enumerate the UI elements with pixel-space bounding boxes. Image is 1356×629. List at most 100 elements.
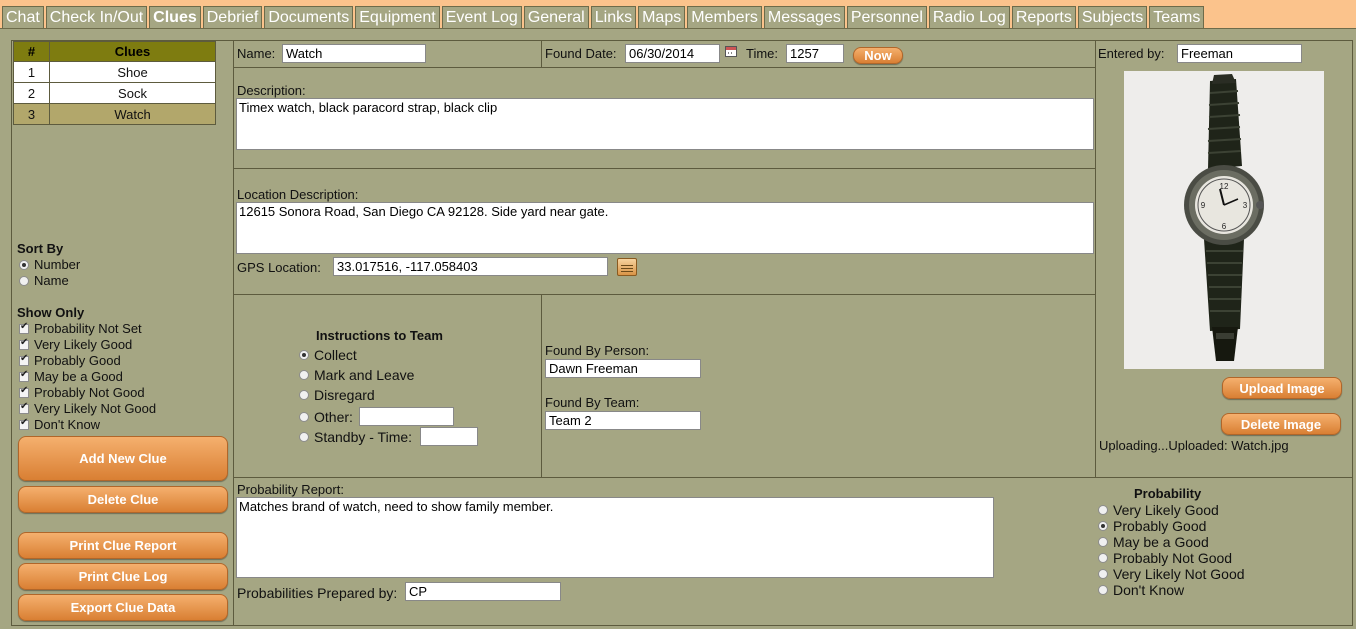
found-time-input[interactable] [786,44,844,63]
tab-check-in-out[interactable]: Check In/Out [45,6,148,28]
radio-button[interactable] [1098,505,1108,515]
option-label: Very Likely Good [34,337,133,352]
tab-personnel[interactable]: Personnel [846,6,927,28]
clue-name-input[interactable] [282,44,426,63]
probability-option-probably-good[interactable]: Probably Good [1098,518,1206,534]
option-label: Don't Know [34,417,101,432]
option-label: Probably Good [1113,518,1207,534]
other-instruction-input[interactable] [359,407,454,426]
radio-button[interactable] [299,350,309,360]
name-label: Name: [237,46,276,61]
radio-button[interactable] [1098,569,1108,579]
probability-option-very-likely-not-good[interactable]: Very Likely Not Good [1098,566,1245,582]
clue-number[interactable]: 2 [13,82,50,104]
location-description-textarea[interactable]: 12615 Sonora Road, San Diego CA 92128. S… [236,202,1094,254]
calendar-icon[interactable] [725,46,737,57]
sort-option-name[interactable]: Name [19,273,69,288]
print-clue-log-button[interactable]: Print Clue Log [18,563,228,590]
sort-option-number[interactable]: Number [19,257,80,272]
probability-report-textarea[interactable]: Matches brand of watch, need to show fam… [236,497,994,578]
print-clue-report-button[interactable]: Print Clue Report [18,532,228,559]
radio-button[interactable] [1098,521,1108,531]
filter-dont-know[interactable]: Don't Know [19,417,100,432]
delete-clue-button[interactable]: Delete Clue [18,486,228,513]
radio-button[interactable] [299,432,309,442]
checkbox[interactable] [19,321,29,334]
instruction-option-collect[interactable]: Collect [299,347,357,363]
divider [541,40,542,68]
filter-probably-not-good[interactable]: Probably Not Good [19,385,145,400]
tab-chat[interactable]: Chat [2,6,44,28]
tab-documents[interactable]: Documents [264,6,354,28]
radio-button[interactable] [299,412,309,422]
clue-number[interactable]: 1 [13,61,50,83]
checkbox[interactable] [19,417,29,430]
table-row-selected[interactable]: 3 Watch [13,103,216,125]
filter-very-likely-good[interactable]: Very Likely Good [19,337,132,352]
table-row[interactable]: 1 Shoe [13,61,216,83]
clue-name[interactable]: Watch [49,103,216,125]
probability-option-probably-not-good[interactable]: Probably Not Good [1098,550,1232,566]
divider [233,168,1096,169]
tab-debrief[interactable]: Debrief [202,6,263,28]
tab-maps[interactable]: Maps [638,6,686,28]
standby-time-input[interactable] [420,427,478,446]
gps-location-input[interactable] [333,257,608,276]
tab-clues[interactable]: Clues [149,6,201,28]
instruction-option-disregard[interactable]: Disregard [299,387,375,403]
filter-probability-not-set[interactable]: Probability Not Set [19,321,142,336]
checkbox[interactable] [19,337,29,350]
delete-image-button[interactable]: Delete Image [1221,413,1341,435]
tab-radio-log[interactable]: Radio Log [928,6,1010,28]
probability-report-label: Probability Report: [237,482,344,497]
filter-probably-good[interactable]: Probably Good [19,353,121,368]
entered-by-input[interactable] [1177,44,1302,63]
tab-links[interactable]: Links [590,6,637,28]
radio-button[interactable] [299,370,309,380]
clue-name[interactable]: Sock [49,82,216,104]
checkbox[interactable] [19,369,29,382]
instruction-option-mark-and-leave[interactable]: Mark and Leave [299,367,414,383]
tab-teams[interactable]: Teams [1149,6,1205,28]
tab-messages[interactable]: Messages [763,6,845,28]
option-label: Probability Not Set [34,321,142,336]
clue-list-table: # Clues 1 Shoe 2 Sock 3 Watch [13,41,216,125]
clue-number[interactable]: 3 [13,103,50,125]
radio-button[interactable] [1098,553,1108,563]
checkbox[interactable] [19,401,29,414]
tab-equipment[interactable]: Equipment [355,6,440,28]
clue-name[interactable]: Shoe [49,61,216,83]
radio-button[interactable] [1098,537,1108,547]
upload-image-button[interactable]: Upload Image [1222,377,1342,399]
found-by-team-input[interactable] [545,411,701,430]
show-only-heading: Show Only [17,305,85,320]
table-row[interactable]: 2 Sock [13,82,216,104]
radio-button[interactable] [19,259,29,270]
instruction-option-standby[interactable]: Standby - Time: [299,429,412,445]
tab-reports[interactable]: Reports [1011,6,1076,28]
description-textarea[interactable]: Timex watch, black paracord strap, black… [236,98,1094,150]
add-new-clue-button[interactable]: Add New Clue [18,436,228,481]
tab-event-log[interactable]: Event Log [441,6,522,28]
tab-members[interactable]: Members [687,6,762,28]
found-date-input[interactable] [625,44,720,63]
found-by-person-input[interactable] [545,359,701,378]
probability-option-may-be-a-good[interactable]: May be a Good [1098,534,1209,550]
filter-may-be-a-good[interactable]: May be a Good [19,369,123,384]
tab-general[interactable]: General [523,6,589,28]
radio-button[interactable] [1098,585,1108,595]
tab-subjects[interactable]: Subjects [1077,6,1148,28]
filter-very-likely-not-good[interactable]: Very Likely Not Good [19,401,156,416]
radio-button[interactable] [19,275,29,286]
gps-picker-icon[interactable] [617,258,637,276]
export-clue-data-button[interactable]: Export Clue Data [18,594,228,621]
probability-option-dont-know[interactable]: Don't Know [1098,582,1184,598]
checkbox[interactable] [19,385,29,398]
probability-option-very-likely-good[interactable]: Very Likely Good [1098,502,1219,518]
divider [233,40,234,626]
prepared-by-input[interactable] [405,582,561,601]
instruction-option-other[interactable]: Other: [299,409,353,425]
now-button[interactable]: Now [853,47,903,64]
radio-button[interactable] [299,390,309,400]
checkbox[interactable] [19,353,29,366]
